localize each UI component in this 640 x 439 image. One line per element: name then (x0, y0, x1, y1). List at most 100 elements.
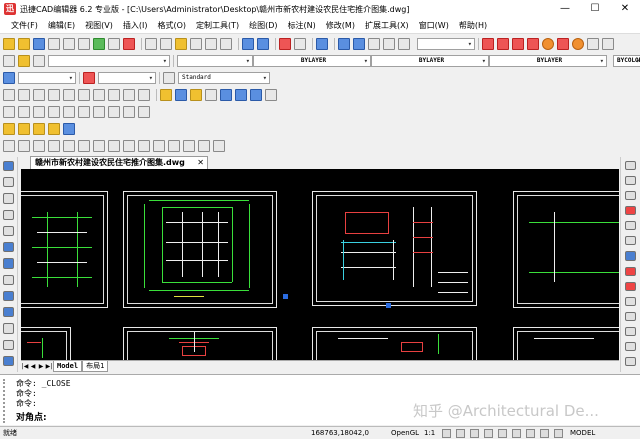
osnap-toggle-icon[interactable] (498, 429, 507, 438)
explode-tool-icon[interactable] (625, 357, 636, 367)
design-center-icon[interactable] (3, 122, 15, 135)
dim-ordinate-icon[interactable] (33, 139, 45, 152)
dim-diameter-icon[interactable] (63, 139, 75, 152)
polygon-tool-icon[interactable] (3, 209, 14, 220)
zoom-window-icon[interactable] (18, 88, 30, 101)
dim-baseline-icon[interactable] (108, 139, 120, 152)
layer-state-icon[interactable] (18, 54, 30, 67)
scale-tool-icon[interactable] (625, 281, 636, 291)
command-prompt[interactable]: 对角点: (16, 410, 47, 423)
close-button[interactable]: ✕ (610, 0, 640, 18)
page-setup-icon[interactable] (108, 37, 120, 50)
pdf-icon[interactable] (123, 37, 135, 50)
image-icon[interactable] (48, 105, 60, 118)
wblock-icon[interactable] (138, 105, 150, 118)
offset-tool-icon[interactable] (625, 221, 636, 231)
cloud-tool-icon[interactable] (3, 274, 14, 285)
center-mark-icon[interactable] (168, 139, 180, 152)
menu-window[interactable]: 窗口(W) (414, 20, 454, 31)
menu-file[interactable]: 文件(F) (6, 20, 43, 31)
plotstyle-select[interactable]: BYLAYER (489, 54, 607, 67)
zoom-all-icon[interactable] (63, 88, 75, 101)
rectangle-tool-icon[interactable] (3, 225, 14, 237)
status-scale[interactable]: 1:1 (424, 427, 435, 439)
first-tab-arrow-icon[interactable]: |◀ (21, 363, 29, 370)
zoom-extents-icon[interactable] (48, 88, 60, 101)
viewport-icon[interactable] (138, 88, 150, 101)
regen-icon[interactable] (93, 88, 105, 101)
move-tool-icon[interactable] (625, 251, 636, 261)
field-icon[interactable] (108, 105, 120, 118)
snap-icon[interactable] (602, 37, 614, 50)
trim-tool-icon[interactable] (625, 311, 636, 321)
shade-icon[interactable] (160, 88, 172, 101)
save-as-icon[interactable] (48, 37, 60, 50)
dim-aligned-icon[interactable] (18, 139, 30, 152)
command-window-grip[interactable] (3, 379, 11, 423)
new-file-icon[interactable] (3, 37, 15, 50)
hatch-tool-icon[interactable] (3, 339, 14, 350)
document-close-icon[interactable]: ✕ (197, 157, 204, 169)
dim-radius-icon[interactable] (48, 139, 60, 152)
extend-tool-icon[interactable] (625, 326, 636, 336)
text-edit-icon[interactable] (383, 37, 395, 50)
text-style-manager-icon[interactable] (3, 71, 15, 84)
save-icon[interactable] (33, 37, 45, 50)
zoom-previous-icon[interactable] (33, 88, 45, 101)
circle-icon[interactable] (542, 37, 554, 50)
standard-style-select[interactable]: Standard (178, 71, 270, 84)
landscape-icon[interactable] (265, 88, 277, 101)
help-icon[interactable] (316, 37, 328, 50)
cut-icon[interactable] (145, 37, 157, 50)
snap-toggle-icon[interactable] (442, 429, 451, 438)
leader-icon[interactable] (138, 139, 150, 152)
stretch-tool-icon[interactable] (625, 296, 636, 306)
print-icon[interactable] (63, 37, 75, 50)
sheet-set-icon[interactable] (33, 122, 45, 135)
selection-grip[interactable] (386, 303, 391, 308)
menu-draw[interactable]: 绘图(D) (244, 20, 282, 31)
named-views-icon[interactable] (108, 88, 120, 101)
paste-icon[interactable] (175, 37, 187, 50)
fog-icon[interactable] (250, 88, 262, 101)
maximize-button[interactable]: ☐ (580, 0, 610, 18)
publish-icon[interactable] (93, 37, 105, 50)
menu-dimension[interactable]: 标注(N) (283, 20, 321, 31)
line-tool-icon[interactable] (3, 161, 14, 172)
menu-custom-tools[interactable]: 定制工具(T) (191, 20, 244, 31)
mtext-icon[interactable] (353, 37, 365, 50)
markup-icon[interactable] (48, 122, 60, 135)
minimize-button[interactable]: — (550, 0, 580, 18)
table-style-icon[interactable] (163, 71, 175, 84)
region-tool-icon[interactable] (3, 355, 14, 367)
dim-edit-icon[interactable] (183, 139, 195, 152)
ellipse-tool-icon[interactable] (3, 307, 14, 318)
copy-icon[interactable] (160, 37, 172, 50)
prev-tab-arrow-icon[interactable]: ◀ (29, 363, 37, 370)
dim-style-select[interactable] (98, 71, 156, 84)
linetype-select[interactable]: BYLAYER (253, 54, 371, 67)
dim-text-edit-icon[interactable] (198, 139, 210, 152)
delete-tool-icon[interactable] (625, 206, 636, 216)
calculator-icon[interactable] (63, 122, 75, 135)
menu-extend-tools[interactable]: 扩展工具(X) (360, 20, 414, 31)
text-style-icon[interactable] (368, 37, 380, 50)
render-icon[interactable] (175, 88, 187, 101)
dim-continue-icon[interactable] (123, 139, 135, 152)
copy-tool-icon[interactable] (625, 176, 636, 186)
material-icon[interactable] (190, 88, 202, 101)
menu-view[interactable]: 视图(V) (80, 20, 118, 31)
menu-insert[interactable]: 插入(I) (118, 20, 153, 31)
selection-grip[interactable] (283, 294, 288, 299)
menu-modify[interactable]: 修改(M) (321, 20, 360, 31)
menu-help[interactable]: 帮助(H) (454, 20, 492, 31)
tolerance-icon[interactable] (153, 139, 165, 152)
target-icon[interactable] (572, 37, 584, 50)
bycolor-select[interactable]: BYCOLOR (613, 54, 640, 67)
rotate-tool-icon[interactable] (625, 266, 636, 276)
text-height-select[interactable] (417, 37, 475, 50)
scene-icon[interactable] (220, 88, 232, 101)
line-icon[interactable] (512, 37, 524, 50)
ole-icon[interactable] (78, 105, 90, 118)
dimension-linear-icon[interactable] (482, 37, 494, 50)
